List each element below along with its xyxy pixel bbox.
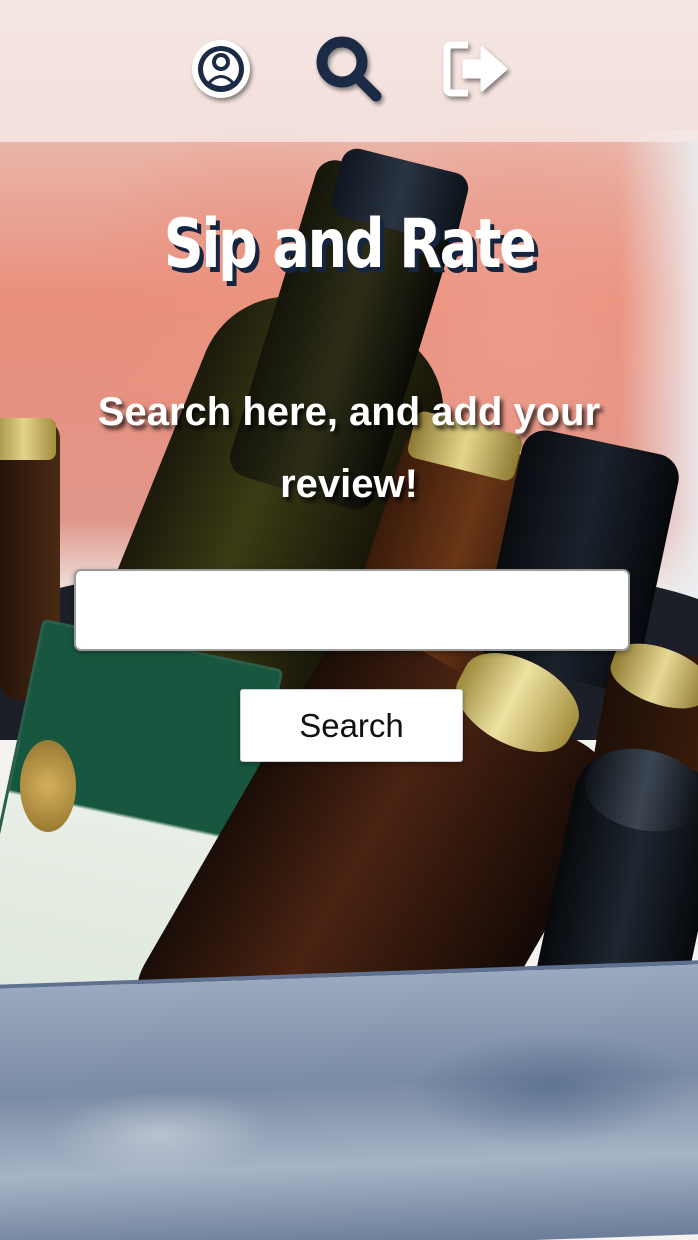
search-nav-button[interactable] — [316, 36, 382, 104]
page-title: Sip and Rate — [163, 205, 537, 284]
wine-label-seal — [20, 740, 76, 832]
sign-out-icon — [442, 39, 512, 104]
metal-bucket — [0, 959, 698, 1240]
search-icon — [314, 34, 384, 109]
search-input[interactable] — [74, 569, 630, 651]
sign-out-button[interactable] — [442, 38, 512, 104]
page-subtitle: Search here, and add your review! — [97, 390, 601, 506]
top-nav-bar — [0, 0, 698, 142]
profile-button[interactable] — [188, 38, 254, 104]
user-circle-icon — [188, 36, 254, 107]
search-button[interactable]: Search — [240, 689, 463, 762]
